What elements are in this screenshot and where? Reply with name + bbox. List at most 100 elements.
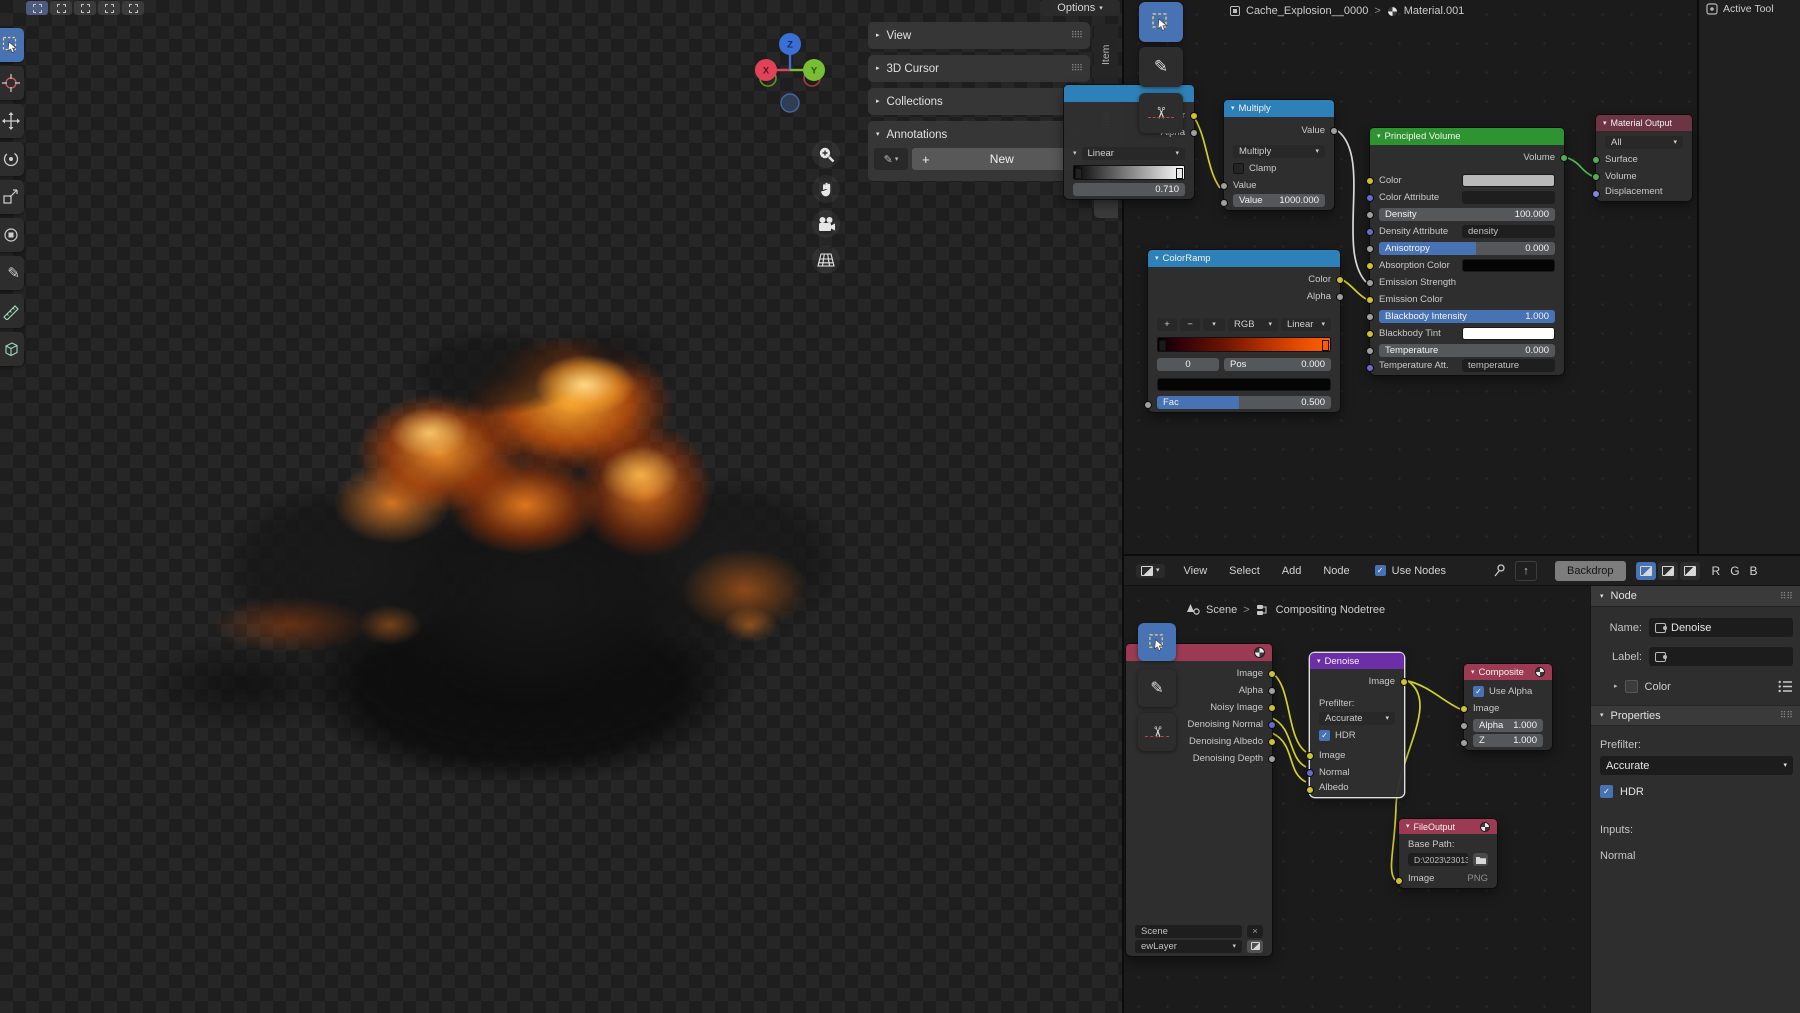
- clamp-checkbox[interactable]: [1233, 163, 1244, 174]
- stop-index-field[interactable]: 0: [1157, 358, 1219, 371]
- color-attribute-socket[interactable]: [1366, 194, 1374, 202]
- color-output-socket[interactable]: [1336, 276, 1344, 284]
- density-attribute-socket[interactable]: [1366, 228, 1374, 236]
- pan-button[interactable]: [812, 175, 840, 203]
- tool-select-box-button[interactable]: [0, 28, 24, 62]
- image-input-socket[interactable]: [1395, 877, 1403, 885]
- temperature-attribute-socket[interactable]: [1366, 364, 1374, 372]
- z-slider[interactable]: Z 1.000: [1473, 734, 1543, 747]
- denoising-depth-output-socket[interactable]: [1268, 755, 1276, 763]
- color-socket[interactable]: [1366, 177, 1374, 185]
- absorption-color-socket[interactable]: [1366, 262, 1374, 270]
- drag-handle-icon[interactable]: ⠿⠿: [1780, 710, 1793, 721]
- gradient-stop[interactable]: [1159, 340, 1166, 351]
- annotation-new-button[interactable]: + New: [912, 148, 1084, 170]
- menu-add[interactable]: Add: [1271, 565, 1313, 577]
- file-output-node[interactable]: ▾ FileOutput Base Path: D:\2023\230130_S…: [1399, 819, 1497, 888]
- base-path-field[interactable]: D:\2023\230130_S..: [1408, 853, 1468, 866]
- color-output-socket[interactable]: [1190, 112, 1198, 120]
- select-mode-extend-button[interactable]: [50, 1, 72, 15]
- browse-folder-button[interactable]: [1473, 853, 1488, 866]
- alpha-input-socket[interactable]: [1460, 722, 1468, 730]
- albedo-input-socket[interactable]: [1306, 786, 1314, 794]
- normal-input-socket[interactable]: [1306, 769, 1314, 777]
- anisotropy-socket[interactable]: [1366, 245, 1374, 253]
- displacement-socket[interactable]: [1592, 190, 1600, 198]
- emission-strength-socket[interactable]: [1366, 279, 1374, 287]
- select-mode-intersect-button[interactable]: [122, 1, 144, 15]
- anisotropy-slider[interactable]: Anisotropy 0.000: [1379, 242, 1555, 255]
- gradient-stop[interactable]: [1176, 168, 1183, 179]
- interpolation-dropdown[interactable]: Linear ▾: [1281, 318, 1331, 331]
- gizmo-x-label[interactable]: X: [763, 66, 770, 77]
- temperature-socket[interactable]: [1366, 347, 1374, 355]
- denoise-node[interactable]: ▾ Denoise Image Prefilter: Accurate ▾: [1310, 653, 1404, 797]
- active-tool-label[interactable]: Active Tool: [1723, 3, 1774, 15]
- noisy-image-output-socket[interactable]: [1268, 704, 1276, 712]
- fac-slider[interactable]: Fac 0.500: [1157, 396, 1331, 409]
- tool-cursor-button[interactable]: [0, 66, 24, 100]
- image-input-socket[interactable]: [1460, 705, 1468, 713]
- gradient-stop[interactable]: [1322, 340, 1329, 351]
- tool-transform-button[interactable]: [0, 218, 24, 252]
- hdr-checkbox[interactable]: ✓: [1600, 785, 1613, 798]
- properties-section-header[interactable]: ▾ Properties ⠿⠿: [1591, 705, 1800, 726]
- denoise-header[interactable]: ▾ Denoise: [1310, 653, 1404, 669]
- panel-collections[interactable]: ▸ Collections ⠿⠿: [868, 88, 1090, 115]
- scene-unlink-button[interactable]: ×: [1247, 925, 1263, 938]
- shader-editor[interactable]: Cache_Explosion__0000 > Material.001 Col…: [1122, 0, 1697, 556]
- editor-type-dropdown[interactable]: ▾: [1136, 564, 1165, 578]
- breadcrumb-scene[interactable]: Scene: [1206, 604, 1237, 616]
- hdr-checkbox[interactable]: ✓: [1319, 730, 1330, 741]
- backdrop-channel-color-alpha-button[interactable]: [1636, 562, 1656, 580]
- select-mode-subtract-button[interactable]: [74, 1, 96, 15]
- compositor-editor[interactable]: ▾ View Select Add Node ✓ Use Nodes ↑ Bac…: [1122, 556, 1800, 1013]
- remove-stop-button[interactable]: −: [1180, 318, 1200, 331]
- backdrop-button[interactable]: Backdrop: [1555, 561, 1625, 581]
- image-output-socket[interactable]: [1268, 670, 1276, 678]
- value-input-socket[interactable]: [1220, 182, 1228, 190]
- menu-select[interactable]: Select: [1218, 565, 1271, 577]
- tool-move-button[interactable]: [0, 104, 24, 138]
- sidebar-tab-item[interactable]: Item: [1094, 24, 1118, 86]
- gizmo-z-label[interactable]: Z: [787, 40, 793, 51]
- name-field[interactable]: Denoise: [1649, 618, 1793, 637]
- image-input-socket[interactable]: [1306, 752, 1314, 760]
- multiply-node[interactable]: ▾ Multiply Value Multiply ▾ Clamp Value: [1224, 100, 1334, 210]
- tool-add-cube-button[interactable]: [0, 332, 24, 366]
- camera-view-button[interactable]: [812, 210, 840, 238]
- view-layer-field[interactable]: ewLayer ▾: [1135, 940, 1242, 953]
- compositor-canvas[interactable]: Scene > Compositing Nodetree Image: [1124, 586, 1590, 1013]
- alpha-output-socket[interactable]: [1268, 687, 1276, 695]
- value-output-socket[interactable]: [1330, 127, 1338, 135]
- position-slider[interactable]: 0.710: [1073, 183, 1185, 196]
- tool-annotate-button[interactable]: ✎: [0, 256, 24, 290]
- emission-color-socket[interactable]: [1366, 296, 1374, 304]
- list-icon[interactable]: [1778, 680, 1793, 693]
- gradient-bar[interactable]: [1073, 165, 1185, 180]
- file-output-header[interactable]: ▾ FileOutput: [1399, 819, 1497, 834]
- volume-output-socket[interactable]: [1560, 154, 1568, 162]
- image-output-socket[interactable]: [1400, 678, 1408, 686]
- absorption-color-swatch[interactable]: [1462, 259, 1555, 272]
- gizmo-minus-z[interactable]: [781, 94, 799, 112]
- use-alpha-checkbox[interactable]: ✓: [1473, 686, 1484, 697]
- options-button[interactable]: Options ▾: [1040, 0, 1120, 16]
- blackbody-tint-socket[interactable]: [1366, 330, 1374, 338]
- density-slider[interactable]: Density 100.000: [1379, 208, 1555, 221]
- gradient-stop[interactable]: [1075, 168, 1082, 179]
- backdrop-channel-alpha-button[interactable]: [1680, 562, 1700, 580]
- menu-view[interactable]: View: [1173, 565, 1219, 577]
- target-dropdown[interactable]: All ▾: [1605, 136, 1683, 149]
- position-slider[interactable]: Pos 0.000: [1224, 358, 1331, 371]
- comp-tool-annotate-button[interactable]: ✎: [1138, 669, 1176, 707]
- scene-field[interactable]: Scene: [1135, 925, 1242, 938]
- color-preset-swatch[interactable]: [1625, 680, 1638, 693]
- 3d-viewport[interactable]: Options ▾ ✎: [0, 0, 1122, 1013]
- operation-dropdown[interactable]: Multiply ▾: [1233, 145, 1325, 158]
- channel-g-button[interactable]: G: [1730, 564, 1740, 578]
- drag-handle-icon[interactable]: ⠿⠿: [1071, 63, 1082, 74]
- navigation-gizmo[interactable]: Z X Y: [748, 24, 840, 120]
- tool-scale-button[interactable]: [0, 180, 24, 214]
- density-attribute-field[interactable]: density: [1462, 225, 1555, 238]
